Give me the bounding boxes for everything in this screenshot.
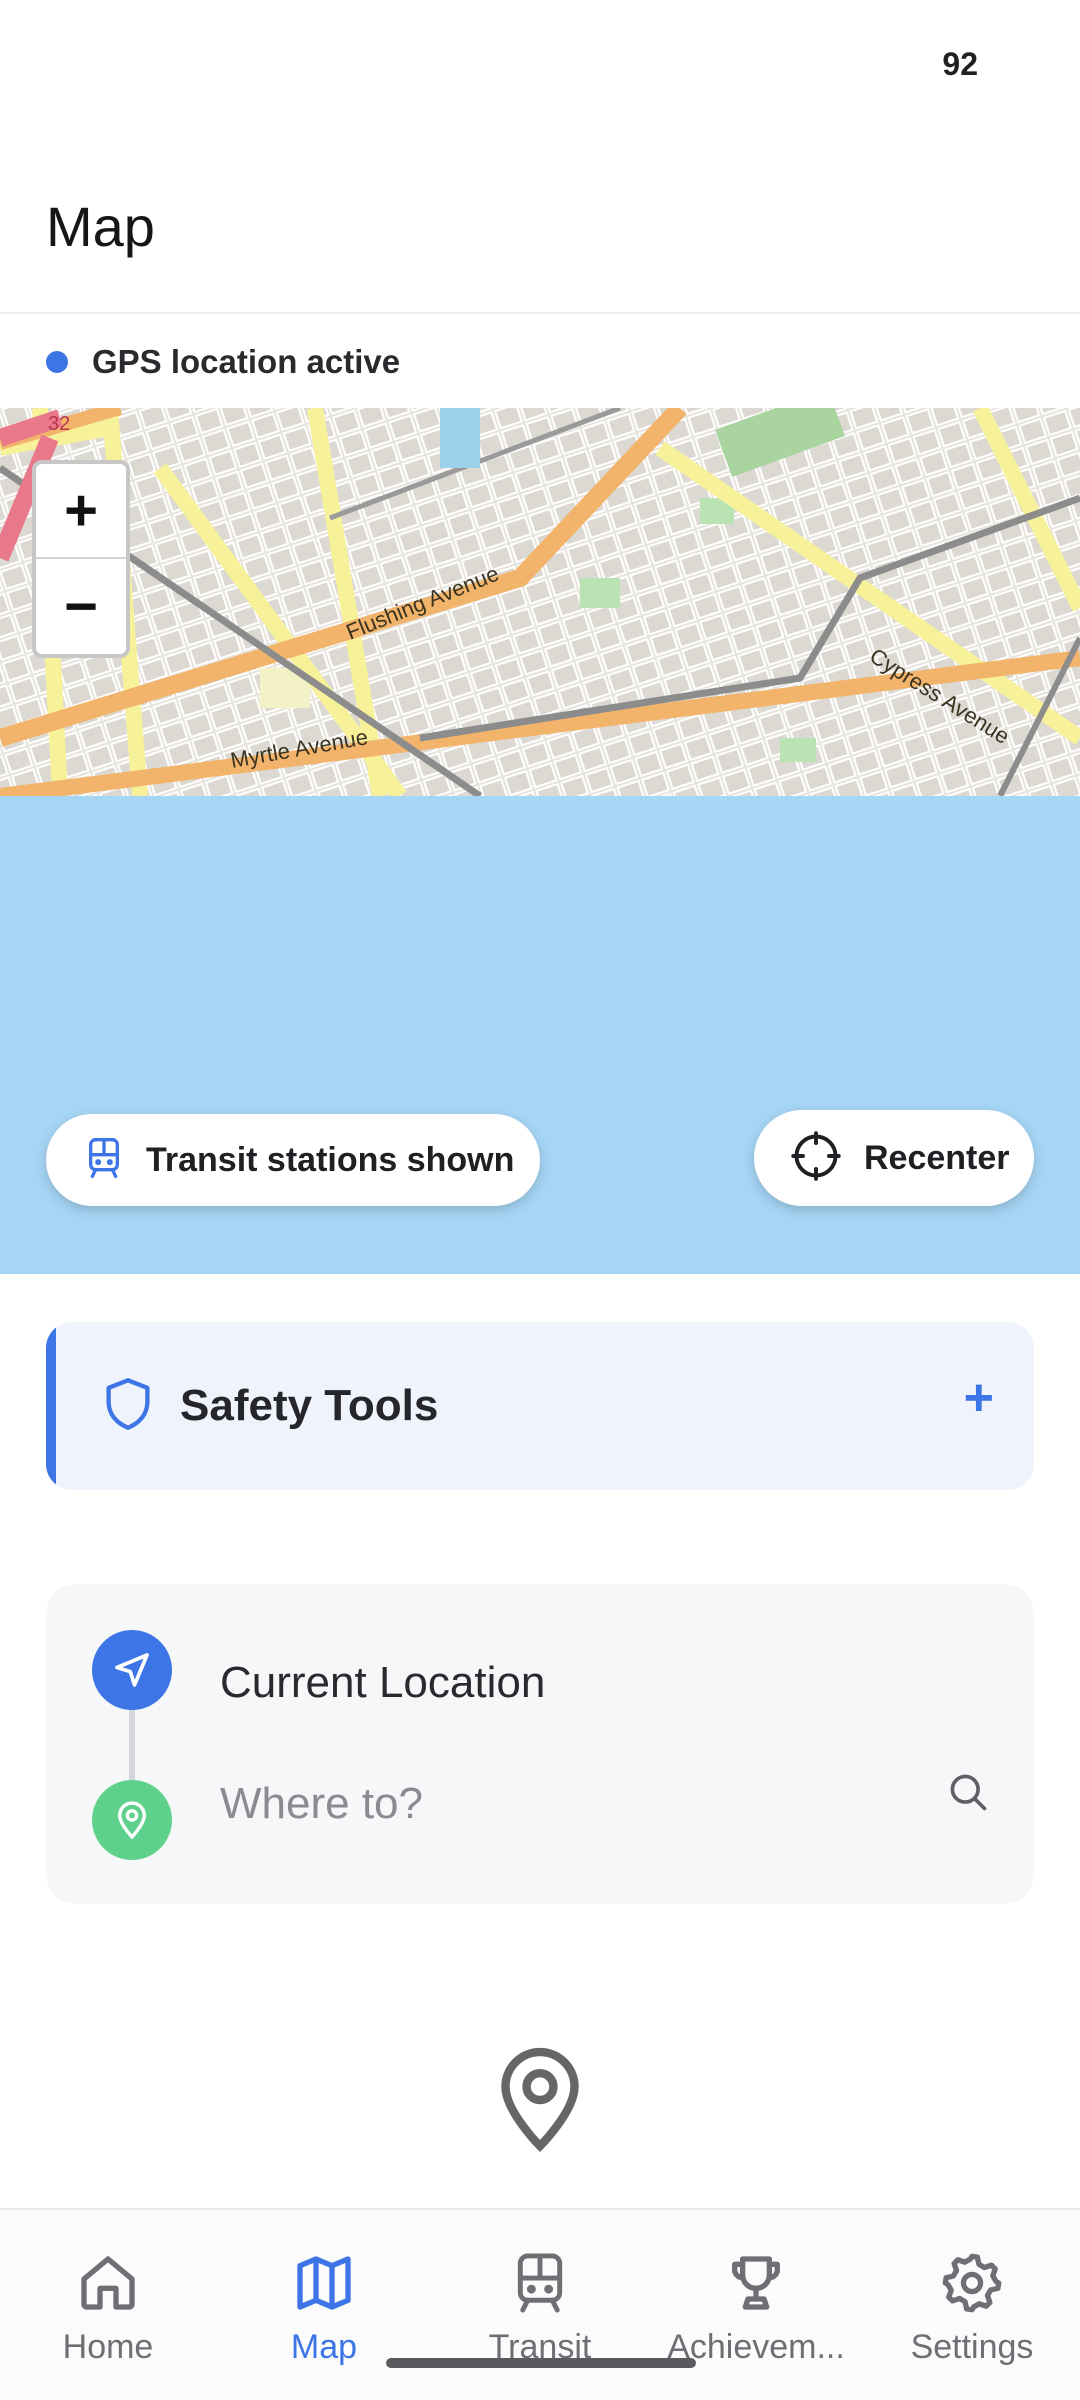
bottom-navigation: Home Map Transit Achievem... Settings <box>0 2208 1080 2400</box>
nav-label-home: Home <box>62 2328 154 2366</box>
nav-item-achievements[interactable]: Achievem... <box>648 2210 864 2400</box>
map-pin-icon <box>92 1780 172 1860</box>
crosshair-icon <box>790 1130 842 1187</box>
nav-label-settings: Settings <box>910 2328 1034 2366</box>
zoom-out-button[interactable]: − <box>36 559 126 654</box>
route-shield-label: 32 <box>48 413 70 435</box>
map-zoom-control: + − <box>32 460 130 658</box>
navigation-arrow-icon <box>92 1630 172 1710</box>
train-icon <box>84 1136 124 1185</box>
nav-item-transit[interactable]: Transit <box>432 2210 648 2400</box>
transit-stations-label: Transit stations shown <box>146 1140 515 1179</box>
recenter-button[interactable]: Recenter <box>754 1110 1034 1206</box>
nav-item-settings[interactable]: Settings <box>864 2210 1080 2400</box>
search-icon[interactable] <box>946 1770 990 1819</box>
recenter-label: Recenter <box>864 1138 1010 1177</box>
status-bar: 92 <box>0 0 1080 130</box>
gps-status-banner: GPS location active <box>0 316 1080 408</box>
route-origin-field[interactable]: Current Location <box>220 1658 545 1708</box>
transit-stations-toggle[interactable]: Transit stations shown <box>46 1114 540 1206</box>
destination-search-input[interactable] <box>220 1764 920 1844</box>
nav-item-home[interactable]: Home <box>0 2210 216 2400</box>
nav-label-map: Map <box>290 2328 358 2366</box>
page-title: Map <box>46 195 155 258</box>
location-pin-icon <box>494 2046 586 2159</box>
safety-tools-card[interactable]: Safety Tools + <box>46 1322 1034 1490</box>
shield-icon <box>102 1376 154 1437</box>
safety-tools-accent <box>46 1322 56 1490</box>
map-icon <box>292 2248 356 2318</box>
app-header: Map <box>0 130 1080 314</box>
zoom-in-button[interactable]: + <box>36 464 126 559</box>
gps-status-dot <box>46 351 68 373</box>
home-icon <box>76 2248 140 2318</box>
nav-item-map[interactable]: Map <box>216 2210 432 2400</box>
map-view[interactable]: Flushing Avenue Myrtle Avenue Cypress Av… <box>0 408 1080 796</box>
map-tiles: Flushing Avenue Myrtle Avenue Cypress Av… <box>0 408 1080 796</box>
trophy-icon <box>724 2248 788 2318</box>
gear-icon <box>940 2248 1004 2318</box>
gps-status-text: GPS location active <box>92 343 401 380</box>
safety-tools-expand-button[interactable]: + <box>964 1368 994 1428</box>
train-icon <box>510 2248 570 2318</box>
battery-level: 92 <box>942 46 978 82</box>
safety-tools-title: Safety Tools <box>180 1381 439 1430</box>
home-indicator <box>386 2358 696 2368</box>
route-planner-card: Current Location <box>46 1584 1034 1904</box>
